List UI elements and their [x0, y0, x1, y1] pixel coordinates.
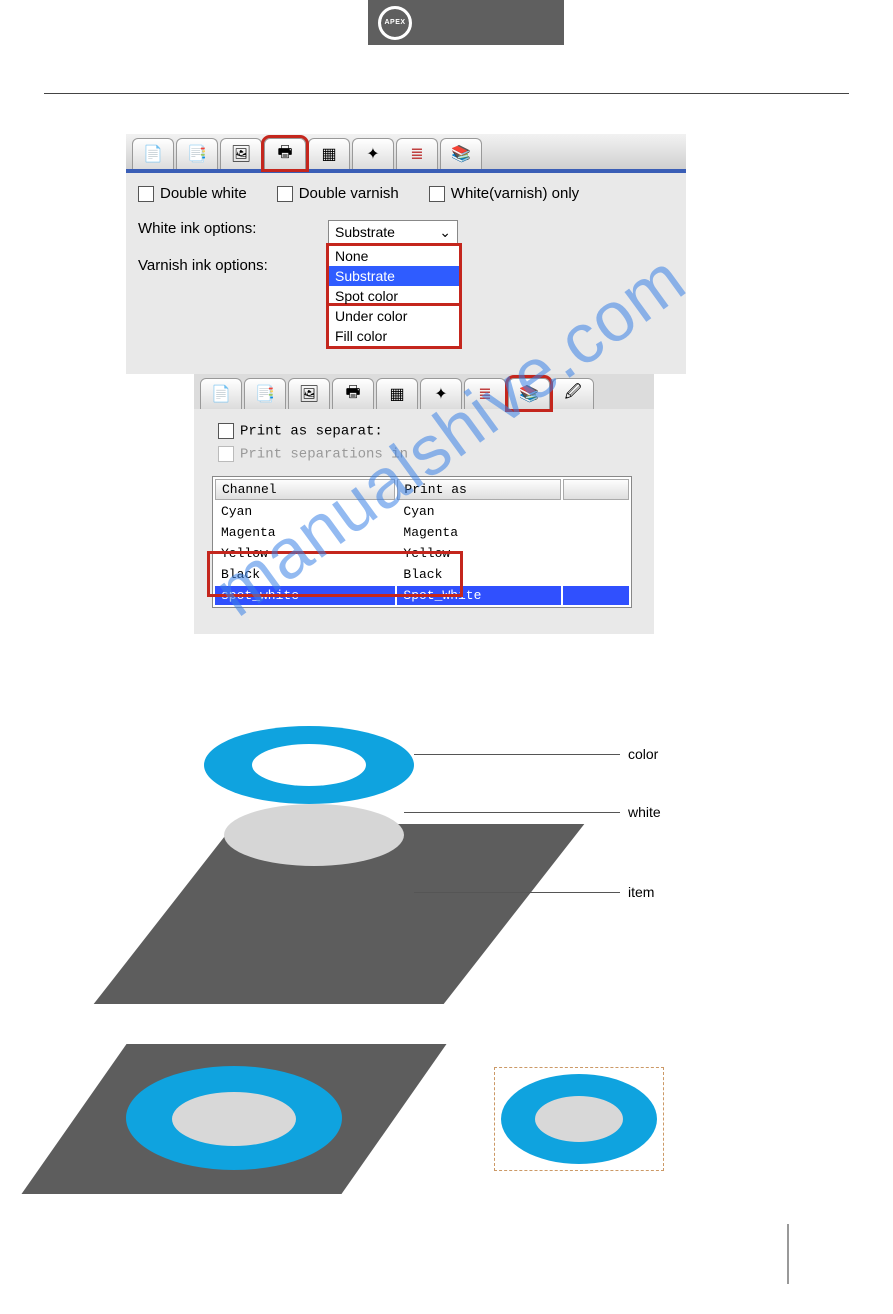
opt-substrate[interactable]: Substrate [329, 266, 459, 286]
label-item: item [628, 884, 654, 900]
double-white-checkbox[interactable]: Double white [138, 185, 247, 202]
tool2-image-icon[interactable]: 🖼 [288, 378, 330, 409]
white-ink-label: White ink options: [138, 220, 328, 237]
apex-logo-text: APEX [384, 19, 405, 26]
tool2-printer-icon[interactable]: 🖶 [332, 378, 374, 409]
double-varnish-checkbox[interactable]: Double varnish [277, 185, 399, 202]
tool-stack-icon[interactable]: 📚 [440, 138, 482, 169]
opt-fill-color[interactable]: Fill color [329, 326, 459, 346]
tool-printer-icon[interactable]: 🖶 [264, 138, 306, 169]
tool-colors-icon[interactable]: ≣ [396, 138, 438, 169]
print-separat-label: Print as separat: [240, 424, 383, 440]
print-separat-checkbox[interactable] [218, 423, 234, 439]
tool2-stack-icon[interactable]: 📚 [508, 378, 550, 409]
printed-result [74, 1044, 394, 1194]
brand-header: APEX [368, 0, 564, 45]
divider [44, 93, 849, 94]
toolbar-2: 📄 📑 🖼 🖶 ▦ ✦ ≣ 📚 🖉 [194, 374, 654, 409]
chevron-down-icon: ⌄ [439, 224, 451, 241]
highlight-spot-row [210, 554, 460, 594]
th-blank [563, 479, 629, 500]
tool2-picker-icon[interactable]: 🖉 [552, 378, 594, 409]
tool2-page-icon[interactable]: 📄 [200, 378, 242, 409]
tool2-target-icon[interactable]: ✦ [420, 378, 462, 409]
th-channel[interactable]: Channel [215, 479, 395, 500]
tool-target-icon[interactable]: ✦ [352, 138, 394, 169]
footer-mark [785, 1224, 789, 1284]
label-color: color [628, 746, 658, 762]
varnish-ink-label: Varnish ink options: [138, 257, 328, 274]
opt-none[interactable]: None [329, 246, 459, 266]
tool-page-icon[interactable]: 📄 [132, 138, 174, 169]
th-printas[interactable]: Print as [397, 479, 561, 500]
tool2-grid-icon[interactable]: ▦ [376, 378, 418, 409]
label-white: white [628, 804, 661, 820]
result-diagram [74, 1044, 849, 1194]
opt-under-color[interactable]: Under color [329, 306, 459, 326]
tool-newpage-icon[interactable]: 📑 [176, 138, 218, 169]
tool2-newpage-icon[interactable]: 📑 [244, 378, 286, 409]
table-row[interactable]: MagentaMagenta [215, 523, 629, 542]
apex-logo: APEX [378, 6, 412, 40]
white-ink-dropdown[interactable]: None Substrate Spot color Under color Fi… [328, 245, 460, 347]
tool-image-icon[interactable]: 🖼 [220, 138, 262, 169]
white-layer [224, 804, 404, 866]
settings-panel-1: 📄 📑 🖼 🖶 ▦ ✦ ≣ 📚 Double white Double varn… [126, 134, 686, 374]
print-separations-in-checkbox [218, 446, 234, 462]
table-row[interactable]: CyanCyan [215, 502, 629, 521]
white-only-checkbox[interactable]: White(varnish) only [429, 185, 579, 202]
tool2-colors-icon[interactable]: ≣ [464, 378, 506, 409]
separations-panel: 📄 📑 🖼 🖶 ▦ ✦ ≣ 📚 🖉 Print as separat: Prin… [194, 374, 654, 634]
print-separations-in-label: Print separations in [240, 446, 408, 462]
tool-grid-icon[interactable]: ▦ [308, 138, 350, 169]
color-layer [204, 726, 414, 804]
toolbar-1: 📄 📑 🖼 🖶 ▦ ✦ ≣ 📚 [126, 134, 686, 173]
ring-sample [494, 1067, 664, 1171]
layer-diagram: color white item [114, 714, 849, 1004]
white-ink-combo[interactable]: Substrate ⌄ None Substrate Spot color Un… [328, 220, 458, 245]
